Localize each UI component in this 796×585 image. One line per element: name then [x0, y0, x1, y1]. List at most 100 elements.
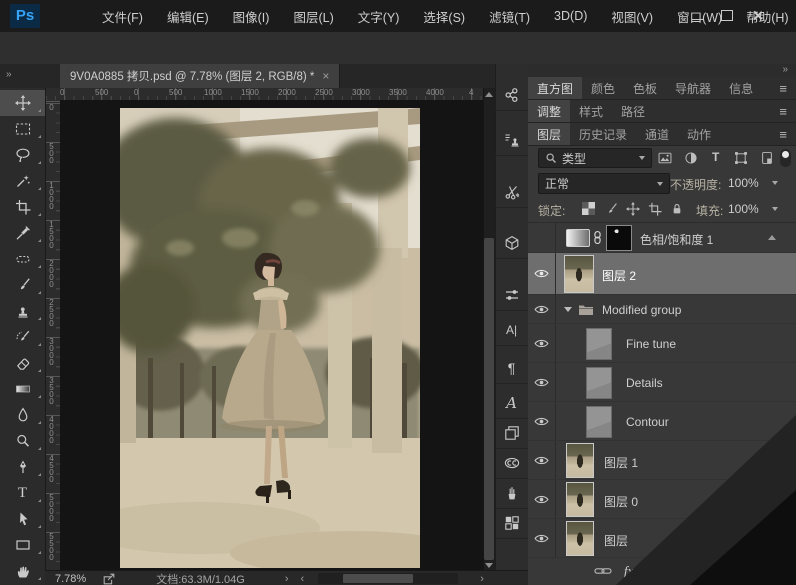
- tab-layers[interactable]: 图层: [528, 123, 570, 145]
- eraser-tool[interactable]: [0, 350, 45, 376]
- healing-brush-tool[interactable]: [0, 246, 45, 272]
- path-selection-tool[interactable]: [0, 506, 45, 532]
- layer-visibility-toggle[interactable]: [528, 253, 556, 294]
- layer-thumbnail[interactable]: [564, 255, 594, 293]
- layer-visibility-toggle[interactable]: [528, 363, 556, 401]
- status-chevron-right-icon[interactable]: ›: [285, 573, 289, 585]
- layer-name[interactable]: Details: [626, 376, 663, 390]
- layer-filter-dropdown[interactable]: 类型: [538, 148, 652, 168]
- creative-cloud-button[interactable]: [495, 448, 528, 479]
- filter-adjustment-layers-icon[interactable]: [684, 151, 698, 165]
- marquee-tool[interactable]: [0, 116, 45, 142]
- document-size-info[interactable]: 文档:63.3M/1.04G: [156, 571, 245, 585]
- tab-color[interactable]: 颜色: [582, 77, 624, 99]
- glyphs-panel-button[interactable]: A: [495, 388, 528, 419]
- lasso-tool[interactable]: [0, 142, 45, 168]
- minimize-button[interactable]: [684, 7, 710, 24]
- panel-collapse-button[interactable]: »: [528, 64, 796, 77]
- status-chevron-left-icon[interactable]: ‹: [301, 573, 305, 585]
- mask-link-icon[interactable]: [592, 230, 603, 245]
- layer-mask-thumbnail[interactable]: [606, 225, 632, 251]
- tab-info[interactable]: 信息: [720, 77, 762, 99]
- document-close-icon[interactable]: ×: [322, 69, 329, 83]
- fill-value[interactable]: 100%: [728, 202, 759, 216]
- 3d-panel-button[interactable]: [495, 228, 528, 259]
- opacity-caret-icon[interactable]: [772, 181, 778, 185]
- document-image[interactable]: [120, 108, 420, 568]
- lock-artboard-icon[interactable]: [646, 200, 663, 217]
- layer-visibility-toggle[interactable]: [528, 324, 556, 362]
- share-icon[interactable]: [102, 572, 116, 585]
- filter-toggle-switch[interactable]: [780, 149, 791, 167]
- layer-thumbnail[interactable]: [566, 443, 594, 478]
- layer-visibility-toggle[interactable]: [528, 295, 556, 323]
- eyedropper-tool[interactable]: [0, 220, 45, 246]
- filter-shape-layers-icon[interactable]: [734, 151, 748, 165]
- fill-caret-icon[interactable]: [772, 207, 778, 211]
- tab-history[interactable]: 历史记录: [570, 123, 636, 145]
- layer-visibility-toggle[interactable]: [528, 402, 556, 440]
- layer-row-layer2-selected[interactable]: 图层 2: [528, 253, 796, 295]
- tab-channels[interactable]: 通道: [636, 123, 678, 145]
- tab-swatches[interactable]: 色板: [624, 77, 666, 99]
- layer-thumbnail[interactable]: [586, 328, 612, 360]
- layer-name[interactable]: Fine tune: [626, 337, 676, 351]
- gradient-tool[interactable]: [0, 376, 45, 402]
- lock-pixels-icon[interactable]: [602, 200, 619, 217]
- filter-smart-objects-icon[interactable]: [760, 151, 774, 165]
- panel-menu-icon[interactable]: ≡: [770, 123, 796, 145]
- layer-name[interactable]: Modified group: [602, 303, 681, 317]
- layer-thumbnail[interactable]: [586, 367, 612, 399]
- layer-row-hue-saturation[interactable]: 色相/饱和度 1: [528, 222, 796, 253]
- tab-paths[interactable]: 路径: [612, 100, 654, 122]
- horizontal-scrollbar[interactable]: [318, 573, 458, 584]
- toolbar-collapse-button[interactable]: »: [0, 64, 45, 88]
- filter-pixel-layers-icon[interactable]: [658, 151, 672, 165]
- close-button[interactable]: [744, 7, 770, 24]
- document-tab[interactable]: 9V0A0885 拷贝.psd @ 7.78% (图层 2, RGB/8) * …: [60, 64, 340, 88]
- paragraph-panel-button[interactable]: ¶: [495, 353, 528, 384]
- clone-source-panel-button[interactable]: [495, 125, 528, 156]
- dodge-tool[interactable]: [0, 428, 45, 454]
- history-brush-tool[interactable]: [0, 324, 45, 350]
- layer-thumbnail[interactable]: [566, 521, 594, 556]
- panel-menu-icon[interactable]: ≡: [770, 77, 796, 99]
- tab-styles[interactable]: 样式: [570, 100, 612, 122]
- layer-name[interactable]: 图层 0: [604, 493, 638, 510]
- magic-wand-tool[interactable]: [0, 168, 45, 194]
- lock-position-icon[interactable]: [624, 200, 641, 217]
- maximize-button[interactable]: [714, 7, 740, 24]
- brush-tool[interactable]: [0, 272, 45, 298]
- canvas-area[interactable]: [60, 100, 483, 570]
- layer-row-fine-tune[interactable]: Fine tune: [528, 324, 796, 363]
- lock-transparent-icon[interactable]: [580, 200, 597, 217]
- lock-all-icon[interactable]: [668, 200, 685, 217]
- layers-scroll-up-icon[interactable]: [768, 235, 776, 240]
- node-graph-panel-button[interactable]: [495, 80, 528, 111]
- adjustments-panel-button[interactable]: [495, 280, 528, 311]
- horizontal-scrollbar-thumb[interactable]: [343, 574, 413, 583]
- crop-tool[interactable]: [0, 194, 45, 220]
- menu-image[interactable]: 图像(I): [223, 7, 280, 26]
- menu-view[interactable]: 视图(V): [601, 7, 663, 26]
- brush-presets-panel-button[interactable]: [495, 478, 528, 509]
- tab-histogram[interactable]: 直方图: [528, 77, 582, 99]
- layer-visibility-toggle[interactable]: [528, 441, 556, 479]
- character-panel-button[interactable]: A|: [495, 315, 528, 346]
- layer-visibility-toggle[interactable]: [528, 519, 556, 557]
- link-layers-icon[interactable]: [594, 565, 612, 577]
- menu-edit[interactable]: 编辑(E): [157, 7, 219, 26]
- menu-file[interactable]: 文件(F): [92, 7, 153, 26]
- panel-menu-icon[interactable]: ≡: [770, 100, 796, 122]
- adjustment-thumbnail[interactable]: [566, 229, 590, 247]
- clone-stamp-tool[interactable]: [0, 298, 45, 324]
- tab-adjustments[interactable]: 调整: [528, 100, 570, 122]
- layer-name[interactable]: 图层 2: [602, 267, 636, 284]
- type-tool[interactable]: T: [0, 480, 45, 506]
- group-expand-icon[interactable]: [564, 307, 572, 312]
- zoom-level-field[interactable]: 7.78%: [55, 573, 86, 585]
- export-assets-panel-button[interactable]: [495, 508, 528, 539]
- layer-row-group[interactable]: Modified group: [528, 295, 796, 324]
- rectangle-tool[interactable]: [0, 532, 45, 558]
- move-tool[interactable]: [0, 90, 45, 116]
